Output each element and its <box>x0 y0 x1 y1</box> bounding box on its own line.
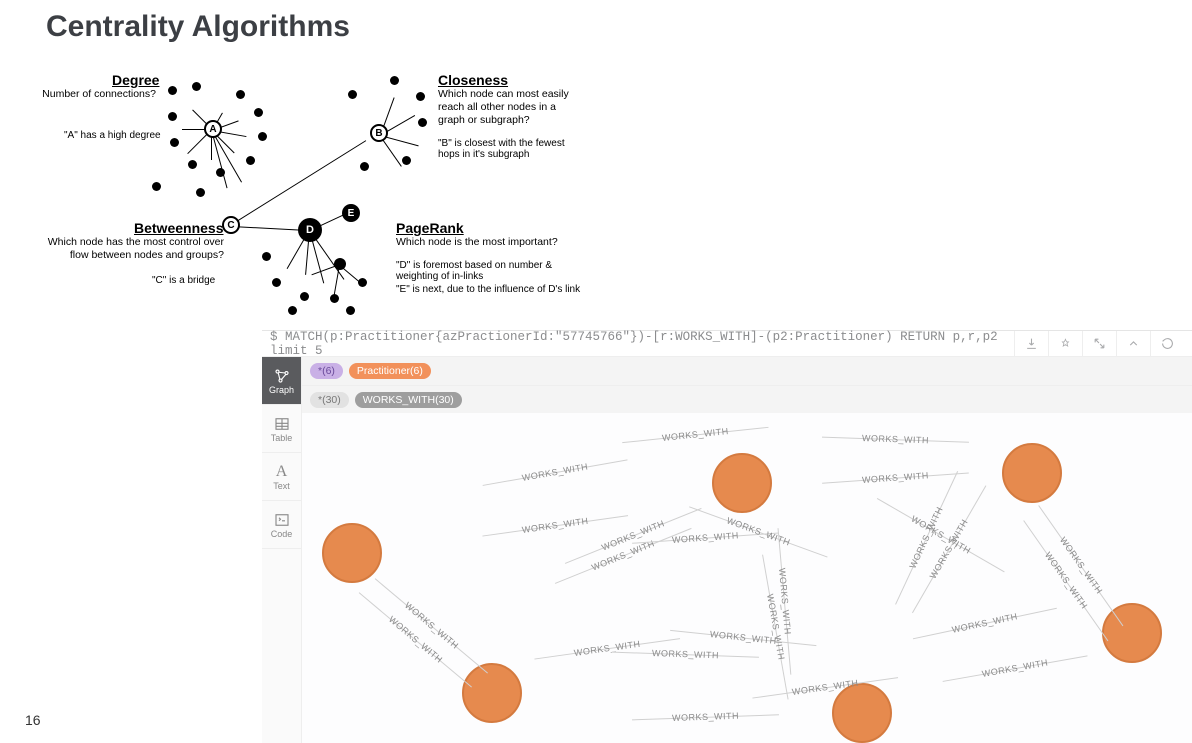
tab-graph-label: Graph <box>269 385 294 395</box>
collapse-icon[interactable] <box>1116 331 1150 357</box>
rel-label: WORKS_WITH <box>652 648 719 660</box>
degree-desc: Number of connections? <box>40 88 156 101</box>
graph-node[interactable] <box>322 523 382 583</box>
tab-text[interactable]: A Text <box>262 453 301 501</box>
page-number: 16 <box>25 712 41 728</box>
graph-canvas[interactable]: WORKS_WITH WORKS_WITH WORKS_WITH WORKS_W… <box>302 413 1192 743</box>
degree-note: "A" has a high degree <box>64 130 161 141</box>
degree-heading: Degree <box>112 72 159 88</box>
rel-label: WORKS_WITH <box>521 461 589 482</box>
pill-practitioner[interactable]: Practitioner(6) <box>349 363 431 379</box>
rel-label: WORKS_WITH <box>661 426 729 443</box>
rel-label: WORKS_WITH <box>573 639 641 658</box>
pill-star30[interactable]: *(30) <box>310 392 349 408</box>
cypher-bar: $ MATCH(p:Practitioner{azPractionerId:"5… <box>262 331 1192 357</box>
pin-icon[interactable] <box>1048 331 1082 357</box>
diagram-node-c: C <box>222 216 240 234</box>
closeness-note: "B" is closest with the fewest hops in i… <box>438 138 588 160</box>
neo4j-browser: $ MATCH(p:Practitioner{azPractionerId:"5… <box>262 330 1192 743</box>
pagerank-heading: PageRank <box>396 220 464 236</box>
refresh-icon[interactable] <box>1150 331 1184 357</box>
tab-graph[interactable]: Graph <box>262 357 301 405</box>
betweenness-heading: Betweenness <box>134 220 223 236</box>
diagram-node-b: B <box>370 124 388 142</box>
pagerank-note1: "D" is foremost based on number & weight… <box>396 260 556 282</box>
rel-label: WORKS_WITH <box>862 433 929 445</box>
pagerank-note2: "E" is next, due to the influence of D's… <box>396 284 596 295</box>
diagram-node-e: E <box>342 204 360 222</box>
cypher-query: $ MATCH(p:Practitioner{azPractionerId:"5… <box>270 330 1014 358</box>
tab-code[interactable]: Code <box>262 501 301 549</box>
rel-label: WORKS_WITH <box>862 470 930 485</box>
graph-node[interactable] <box>1002 443 1062 503</box>
tab-code-label: Code <box>271 529 293 539</box>
expand-icon[interactable] <box>1082 331 1116 357</box>
tab-table-label: Table <box>271 433 293 443</box>
graph-node[interactable] <box>1102 603 1162 663</box>
closeness-heading: Closeness <box>438 72 508 88</box>
download-icon[interactable] <box>1014 331 1048 357</box>
rel-types-row: *(30) WORKS_WITH(30) <box>302 386 1192 415</box>
table-icon <box>273 415 291 433</box>
pagerank-desc: Which node is the most important? <box>396 236 596 249</box>
betweenness-desc: Which node has the most control over flo… <box>34 236 224 262</box>
graph-node[interactable] <box>712 453 772 513</box>
view-tabs: Graph Table A Text Code <box>262 357 302 743</box>
rel-label: WORKS_WITH <box>981 657 1049 678</box>
rel-label: WORKS_WITH <box>672 711 739 723</box>
graph-node[interactable] <box>832 683 892 743</box>
text-icon: A <box>273 463 291 481</box>
tab-table[interactable]: Table <box>262 405 301 453</box>
pill-works-with[interactable]: WORKS_WITH(30) <box>355 392 462 408</box>
rel-label: WORKS_WITH <box>521 516 589 535</box>
rel-label: WORKS_WITH <box>951 611 1019 635</box>
graph-icon <box>273 367 291 385</box>
closeness-desc: Which node can most easily reach all oth… <box>438 88 578 127</box>
rel-label: WORKS_WITH <box>709 629 777 646</box>
centrality-diagram: Degree Number of connections? "A" has a … <box>40 60 600 320</box>
code-icon <box>273 511 291 529</box>
graph-node[interactable] <box>462 663 522 723</box>
node-labels-row: *(6) Practitioner(6) <box>302 357 1192 386</box>
diagram-node-d: D <box>298 218 322 242</box>
diagram-node-a: A <box>204 120 222 138</box>
tab-text-label: Text <box>273 481 290 491</box>
betweenness-note: "C" is a bridge <box>152 275 215 286</box>
page-title: Centrality Algorithms <box>46 10 350 44</box>
pill-star6[interactable]: *(6) <box>310 363 343 379</box>
result-pane: *(6) Practitioner(6) *(30) WORKS_WITH(30… <box>302 357 1192 743</box>
